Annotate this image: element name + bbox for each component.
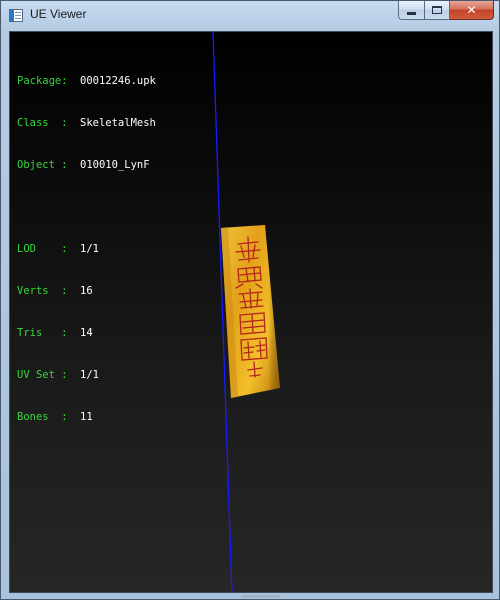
window-title: UE Viewer (30, 7, 87, 21)
talisman-mesh (221, 225, 280, 398)
info-label: UV Set : (17, 369, 68, 381)
info-label: Verts : (17, 285, 68, 297)
mesh-info-overlay: Package: 00012246.upk Class : SkeletalMesh… (17, 46, 156, 452)
maximize-button[interactable] (424, 1, 450, 20)
info-value: 11 (80, 411, 93, 423)
info-row-verts: Verts : 16 (17, 284, 156, 298)
info-value: 16 (80, 285, 93, 297)
maximize-icon (432, 6, 442, 14)
title-bar[interactable]: UE Viewer ✕ (1, 1, 499, 30)
render-viewport[interactable]: Package: 00012246.upk Class : SkeletalMesh… (9, 31, 493, 593)
close-icon: ✕ (466, 3, 477, 17)
minimize-icon (407, 11, 416, 15)
info-row-class: Class : SkeletalMesh (17, 116, 156, 130)
info-label: Object : (17, 159, 68, 171)
info-label: LOD : (17, 243, 68, 255)
info-row-uvset: UV Set : 1/1 (17, 368, 156, 382)
info-label: Tris : (17, 327, 68, 339)
caption-buttons: ✕ (398, 1, 494, 20)
resize-grip[interactable] (241, 595, 281, 598)
info-value: SkeletalMesh (80, 117, 156, 129)
info-row-lod: LOD : 1/1 (17, 242, 156, 256)
close-button[interactable]: ✕ (450, 1, 494, 20)
info-label: Package: (17, 75, 68, 87)
info-label: Class : (17, 117, 68, 129)
info-label: Bones : (17, 411, 68, 423)
info-row-bones: Bones : 11 (17, 410, 156, 424)
info-row-package: Package: 00012246.upk (17, 74, 156, 88)
info-spacer (17, 200, 156, 214)
app-window: UE Viewer ✕ Package: 00012246.upk Class … (0, 0, 500, 600)
info-value: 14 (80, 327, 93, 339)
app-window-icon[interactable] (9, 9, 23, 22)
info-row-tris: Tris : 14 (17, 326, 156, 340)
info-value: 010010_LynF (80, 159, 150, 171)
minimize-button[interactable] (398, 1, 424, 20)
info-row-object: Object : 010010_LynF (17, 158, 156, 172)
info-value: 1/1 (80, 369, 99, 381)
info-value: 00012246.upk (80, 75, 156, 87)
info-value: 1/1 (80, 243, 99, 255)
